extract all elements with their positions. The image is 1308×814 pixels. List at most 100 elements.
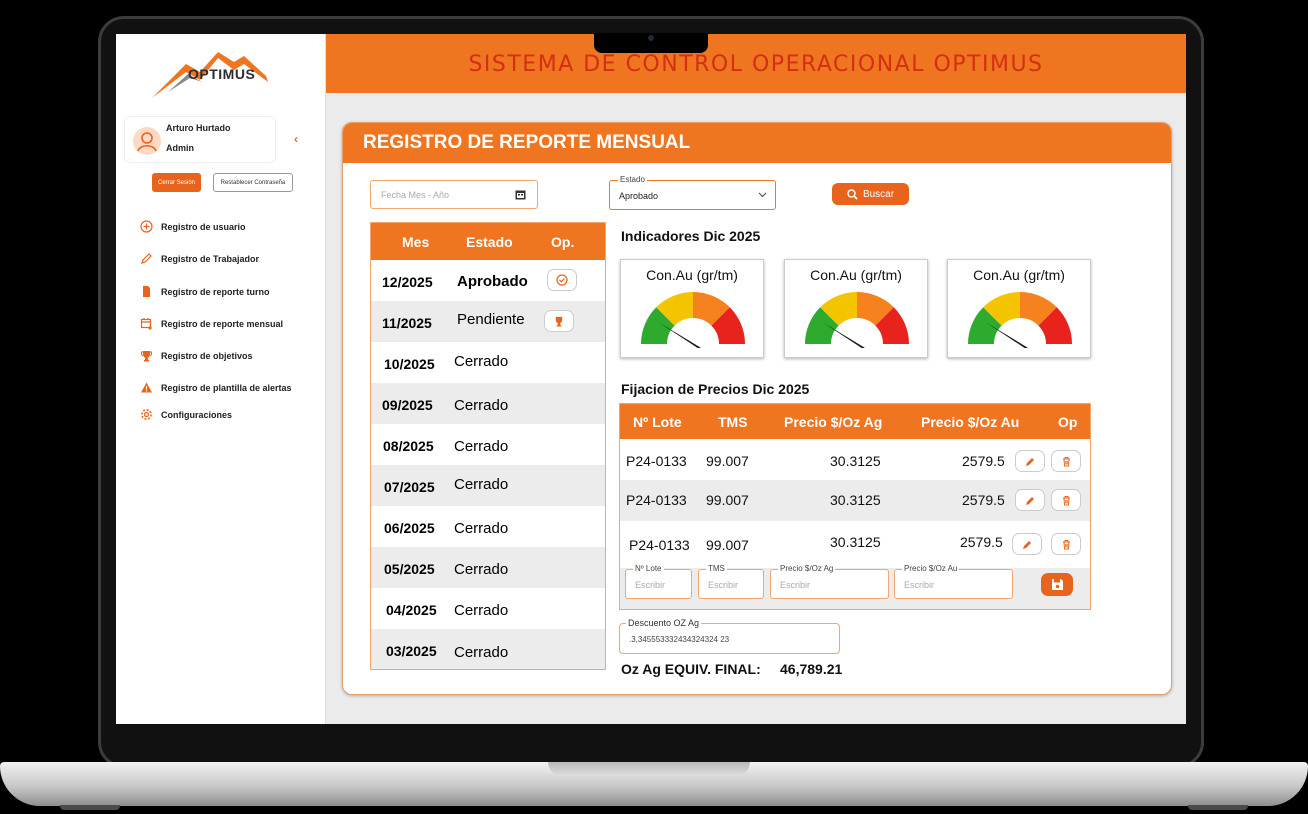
sidebar-item-registro-usuario[interactable]: Registro de usuario (140, 220, 246, 233)
panel-title: REGISTRO DE REPORTE MENSUAL (363, 132, 691, 153)
table-row[interactable]: 11/2025 Pendiente (371, 301, 605, 342)
search-button[interactable]: Buscar (832, 183, 909, 205)
table-row[interactable]: 08/2025 Cerrado (371, 424, 605, 465)
row-precio-ag: 30.3125 (830, 534, 881, 550)
calendar-icon[interactable] (515, 189, 526, 200)
table-row[interactable]: 12/2025 Aprobado (371, 260, 605, 301)
row-lote: P24-0133 (629, 537, 690, 553)
laptop-foot (1188, 805, 1248, 810)
gauge-chart (641, 292, 745, 348)
delete-button[interactable] (1051, 489, 1081, 511)
chevron-down-icon (758, 192, 767, 198)
laptop-foot (60, 805, 120, 810)
column-header-precio-ag: Precio $/Oz Ag (784, 414, 883, 430)
edit-button[interactable] (1015, 450, 1045, 472)
row-mes: 11/2025 (382, 315, 432, 331)
new-lote-placeholder: Escribir (635, 580, 666, 590)
gauge-chart (968, 292, 1072, 348)
sidebar-item-label: Registro de objetivos (161, 350, 253, 361)
pencil-icon (140, 252, 153, 265)
row-estado: Cerrado (454, 561, 509, 578)
new-lote-input[interactable]: Nº Lote Escribir (625, 564, 692, 599)
new-precio-au-placeholder: Escribir (904, 580, 935, 590)
estado-select[interactable]: Estado Aprobado (609, 175, 776, 210)
gauge-card: Con.Au (gr/tm) (947, 259, 1091, 358)
sidebar-item-label: Configuraciones (161, 409, 233, 420)
row-mes: 12/2025 (382, 274, 433, 290)
sidebar-item-configuraciones[interactable]: Configuraciones (140, 408, 232, 421)
reset-password-button[interactable]: Restablecer Contraseña (213, 173, 293, 192)
sidebar-item-reporte-turno[interactable]: Registro de reporte turno (140, 285, 270, 298)
discount-value: .3,345553332434324324 23 (629, 635, 730, 644)
discount-oz-ag-field[interactable]: Descuento OZ Ag .3,345553332434324324 23 (619, 618, 840, 654)
indicators-title: Indicadores Dic 2025 (621, 228, 761, 244)
table-row[interactable]: P24-0133 99.007 30.3125 2579.5 (620, 480, 1090, 521)
camera-icon (648, 35, 654, 41)
new-lote-label: Nº Lote (633, 564, 664, 573)
table-row[interactable]: 05/2025 Cerrado (371, 547, 605, 588)
row-estado: Pendiente (457, 311, 525, 328)
final-oz-ag-value: 46,789.21 (780, 661, 843, 677)
trophy-icon (140, 349, 153, 362)
trophy-icon (555, 316, 563, 327)
table-row[interactable]: 03/2025 Cerrado (371, 629, 605, 669)
column-header-lote: Nº Lote (633, 414, 682, 430)
save-icon (1051, 579, 1063, 590)
row-precio-au: 2579.5 (962, 492, 1005, 508)
row-precio-ag: 30.3125 (830, 492, 881, 508)
sidebar-item-plantilla-alertas[interactable]: Registro de plantilla de alertas (140, 381, 292, 394)
date-month-year-input[interactable]: Fecha Mes - Año (370, 180, 538, 209)
row-tms: 99.007 (706, 537, 749, 553)
sidebar-item-registro-trabajador[interactable]: Registro de Trabajador (140, 252, 259, 265)
new-precio-ag-label: Precio $/Oz Ag (778, 564, 836, 573)
app-screen: OPTIMUS Arturo Hurtado Admin ‹ Cerrar Se… (116, 34, 1186, 724)
save-button[interactable] (1041, 573, 1073, 596)
gauge-title: Con.Au (gr/tm) (810, 267, 902, 283)
new-precio-ag-placeholder: Escribir (780, 580, 811, 590)
objective-button[interactable] (544, 310, 574, 332)
row-lote: P24-0133 (626, 492, 687, 508)
row-precio-ag: 30.3125 (830, 453, 881, 469)
final-oz-ag-label: Oz Ag EQUIV. FINAL: (621, 661, 761, 677)
column-header-precio-au: Precio $/Oz Au (921, 414, 1020, 430)
gear-icon (140, 408, 153, 421)
new-precio-au-input[interactable]: Precio $/Oz Au Escribir (894, 564, 1013, 599)
sidebar-item-objetivos[interactable]: Registro de objetivos (140, 349, 253, 362)
edit-button[interactable] (1015, 489, 1045, 511)
new-tms-input[interactable]: TMS Escribir (698, 564, 764, 599)
system-title: SISTEMA DE CONTROL OPERACIONAL OPTIMUS (468, 52, 1044, 77)
table-row[interactable]: P24-0133 99.007 30.3125 2579.5 (620, 439, 1090, 480)
delete-button[interactable] (1051, 533, 1081, 555)
date-placeholder: Fecha Mes - Año (381, 190, 450, 200)
row-estado: Cerrado (454, 476, 509, 493)
delete-button[interactable] (1051, 450, 1081, 472)
table-row[interactable]: 06/2025 Cerrado (371, 506, 605, 547)
approve-button[interactable] (547, 269, 577, 291)
row-estado: Aprobado (457, 273, 528, 290)
calendar-add-icon (140, 317, 153, 330)
panel-header: REGISTRO DE REPORTE MENSUAL (343, 123, 1171, 163)
discount-label: Descuento OZ Ag (626, 618, 702, 628)
logout-button[interactable]: Cerrar Sesión (152, 173, 201, 192)
table-row[interactable]: 10/2025 Cerrado (371, 342, 605, 383)
table-row[interactable]: P24-0133 99.007 30.3125 2579.5 (620, 521, 1090, 562)
table-row[interactable]: 09/2025 Cerrado (371, 383, 605, 424)
user-role: Admin (166, 143, 194, 153)
row-mes: 03/2025 (386, 643, 437, 659)
new-precio-ag-input[interactable]: Precio $/Oz Ag Escribir (770, 564, 889, 599)
trash-icon (1062, 495, 1070, 505)
collapse-sidebar-icon[interactable]: ‹ (294, 132, 298, 146)
row-estado: Cerrado (454, 520, 509, 537)
table-row[interactable]: 07/2025 Cerrado (371, 465, 605, 506)
table-row[interactable]: 04/2025 Cerrado (371, 588, 605, 629)
sidebar-item-reporte-mensual[interactable]: Registro de reporte mensual (140, 317, 283, 330)
row-mes: 04/2025 (386, 602, 437, 618)
edit-button[interactable] (1012, 533, 1042, 555)
gauge-card: Con.Au (gr/tm) (620, 259, 764, 358)
logo-text: OPTIMUS (188, 66, 256, 82)
check-circle-icon (556, 274, 568, 286)
sidebar: OPTIMUS Arturo Hurtado Admin ‹ Cerrar Se… (116, 34, 326, 724)
pencil-icon (1025, 457, 1034, 466)
warning-icon (140, 381, 153, 394)
row-lote: P24-0133 (626, 453, 687, 469)
